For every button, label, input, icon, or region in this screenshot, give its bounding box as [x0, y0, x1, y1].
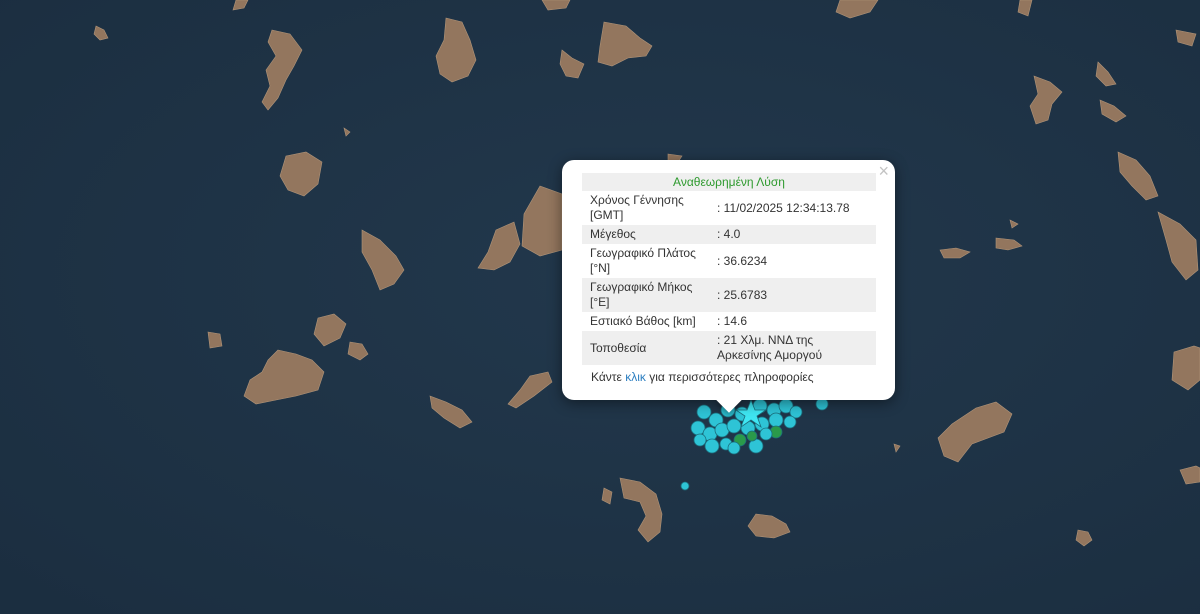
event-marker[interactable]	[704, 438, 720, 454]
event-marker[interactable]	[759, 427, 773, 441]
close-icon[interactable]: ×	[878, 162, 889, 180]
table-row: Γεωγραφικό Πλάτος [°N] : 36.6234	[582, 244, 876, 278]
table-row: Εστιακό Βάθος [km] : 14.6	[582, 312, 876, 331]
event-details-table: Χρόνος Γέννησης [GMT] : 11/02/2025 12:34…	[582, 191, 876, 365]
more-info-link[interactable]: κλικ	[625, 370, 646, 384]
event-marker[interactable]	[746, 430, 758, 442]
location-label: Τοποθεσία	[582, 331, 709, 365]
event-marker[interactable]	[696, 404, 712, 420]
event-marker[interactable]	[680, 481, 690, 491]
event-marker[interactable]	[727, 441, 741, 455]
table-row: Γεωγραφικό Μήκος [°E] : 25.6783	[582, 278, 876, 312]
table-row: Χρόνος Γέννησης [GMT] : 11/02/2025 12:34…	[582, 191, 876, 225]
island	[207, 331, 223, 349]
depth-label: Εστιακό Βάθος [km]	[590, 314, 696, 328]
origin-time-value: : 11/02/2025 12:34:13.78	[717, 200, 850, 215]
longitude-label: Γεωγραφικό Μήκος [°E]	[582, 278, 709, 312]
table-row: Μέγεθος : 4.0	[582, 225, 876, 244]
depth-value: : 14.6	[717, 314, 748, 328]
more-info-suffix: για περισσότερες πληροφορίες	[649, 370, 814, 384]
event-marker[interactable]	[783, 415, 797, 429]
more-info-prefix: Κάντε	[591, 370, 622, 384]
magnitude-value: : 4.0	[709, 225, 876, 244]
location-value: : 21 Χλμ. ΝΝΔ της Αρκεσίνης Αμοργού	[709, 331, 876, 365]
table-row: Τοποθεσία : 21 Χλμ. ΝΝΔ της Αρκεσίνης Αμ…	[582, 331, 876, 365]
event-marker[interactable]	[726, 418, 742, 434]
magnitude-label: Μέγεθος	[582, 225, 709, 244]
latitude-label: Γεωγραφικό Πλάτος [°N]	[590, 246, 696, 275]
popup-title: Αναθεωρημένη Λύση	[582, 173, 876, 191]
more-info-text: Κάντε κλικ για περισσότερες πληροφορίες	[591, 370, 814, 384]
origin-time-label: Χρόνος Γέννησης [GMT]	[590, 193, 684, 222]
event-popup: × Αναθεωρημένη Λύση Χρόνος Γέννησης [GMT…	[562, 160, 895, 413]
event-marker[interactable]	[693, 433, 707, 447]
latitude-value: : 36.6234	[717, 253, 768, 268]
longitude-value: : 25.6783	[709, 278, 876, 312]
event-marker[interactable]	[768, 412, 784, 428]
